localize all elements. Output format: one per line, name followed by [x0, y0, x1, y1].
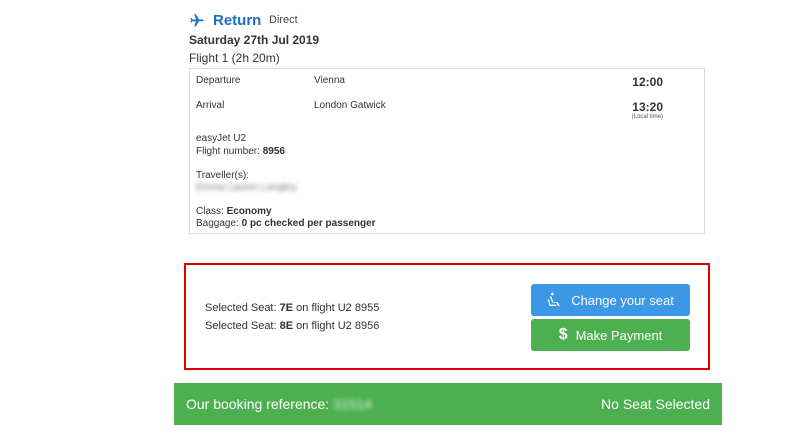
flight-date: Saturday 27th Jul 2019	[189, 33, 320, 47]
arrival-city: London Gatwick	[314, 100, 386, 111]
arrival-label: Arrival	[196, 100, 225, 111]
dollar-icon: $	[558, 326, 568, 343]
booking-reference-value: 31514	[333, 396, 373, 412]
booking-reference-label: Our booking reference:	[186, 396, 330, 412]
local-time-note: (Local time)	[631, 114, 663, 120]
arrival-time: 13:20	[632, 100, 663, 114]
seat-line-1-seat: 7E	[279, 302, 294, 314]
departure-time: 12:00	[632, 75, 663, 89]
return-title: Return	[213, 12, 262, 29]
travellers-label: Traveller(s):	[196, 170, 249, 181]
class-label: Class:	[196, 206, 224, 217]
departure-label: Departure	[196, 75, 241, 86]
flight-details-box: Departure Vienna 12:00 Arrival London Ga…	[189, 68, 705, 234]
class-row: Class: Economy	[196, 206, 272, 217]
traveller-name: Emma Lauren Langley	[196, 182, 297, 193]
airplane-icon	[190, 14, 204, 27]
seat-line-2-seat: 8E	[279, 320, 294, 332]
direct-label: Direct	[269, 14, 298, 26]
make-payment-label: Make Payment	[575, 327, 663, 343]
seat-icon	[547, 292, 560, 306]
change-seat-label: Change your seat	[571, 292, 674, 308]
seat-line-2-suffix: on flight U2 8956	[296, 320, 380, 332]
seat-line-1-suffix: on flight U2 8955	[296, 302, 380, 314]
flight-number-label: Flight number:	[196, 146, 260, 157]
change-seat-button[interactable]: Change your seat	[531, 284, 690, 316]
seat-line-2-prefix: Selected Seat:	[205, 320, 277, 332]
selected-seat-line-2: Selected Seat: 8E on flight U2 8956	[205, 320, 379, 332]
flight-number-row: Flight number: 8956	[196, 146, 285, 157]
make-payment-button[interactable]: $ Make Payment	[531, 319, 690, 351]
flight-number-value: 8956	[262, 146, 285, 157]
departure-city: Vienna	[314, 75, 345, 86]
baggage-row: Baggage: 0 pc checked per passenger	[196, 218, 376, 229]
baggage-label: Baggage:	[196, 218, 239, 229]
class-value: Economy	[226, 206, 272, 217]
selected-seat-line-1: Selected Seat: 7E on flight U2 8955	[205, 302, 379, 314]
baggage-value: 0 pc checked per passenger	[241, 218, 376, 229]
seat-selection-box	[184, 263, 710, 370]
booking-status-bar: Our booking reference: 31514 No Seat Sel…	[174, 383, 722, 425]
booking-reference: Our booking reference: 31514	[186, 396, 372, 412]
flight-title: Flight 1 (2h 20m)	[189, 51, 280, 65]
no-seat-selected-status: No Seat Selected	[601, 396, 710, 412]
seat-line-1-prefix: Selected Seat:	[205, 302, 277, 314]
airline-name: easyJet U2	[196, 133, 247, 144]
